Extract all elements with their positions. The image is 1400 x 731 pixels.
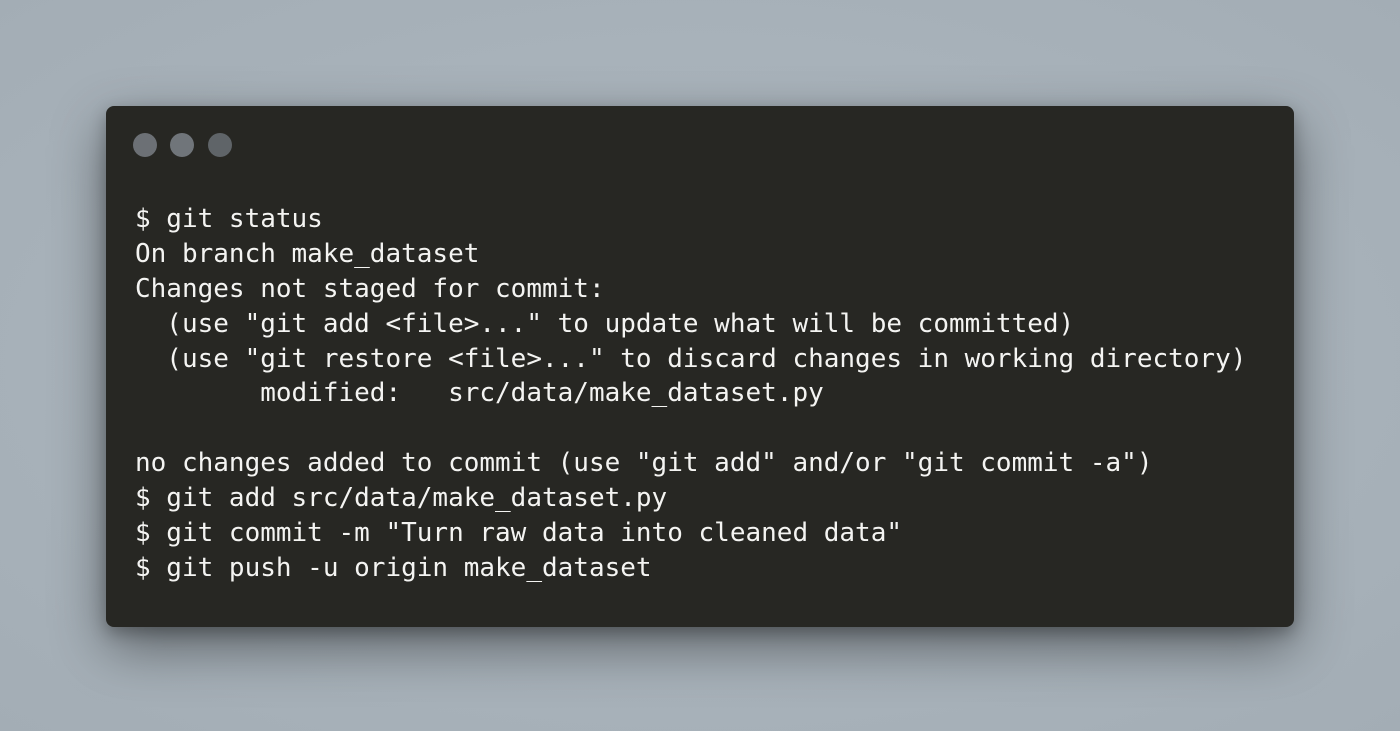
- terminal-line: modified: src/data/make_dataset.py: [135, 378, 824, 409]
- terminal-line: $ git status: [135, 204, 323, 234]
- terminal-line: (use "git add <file>..." to update what …: [135, 308, 1075, 339]
- terminal-line: $ git add src/data/make_dataset.py: [135, 483, 668, 514]
- terminal-line: $ git commit -m "Turn raw data into clea…: [135, 518, 903, 549]
- terminal-line: no changes added to commit (use "git add…: [135, 448, 1153, 479]
- close-dot-icon[interactable]: [133, 133, 157, 157]
- terminal-line: Changes not staged for commit:: [135, 273, 605, 304]
- minimize-dot-icon[interactable]: [170, 133, 194, 157]
- terminal-line: $ git push -u origin make_dataset: [135, 552, 652, 583]
- terminal-output[interactable]: $ git status On branch make_dataset Change…: [135, 202, 1246, 586]
- terminal-line: On branch make_dataset: [135, 238, 480, 269]
- zoom-dot-icon[interactable]: [208, 133, 232, 157]
- terminal-window: $ git status On branch make_dataset Change…: [106, 106, 1294, 627]
- terminal-line: (use "git restore <file>..." to discard …: [135, 343, 1247, 374]
